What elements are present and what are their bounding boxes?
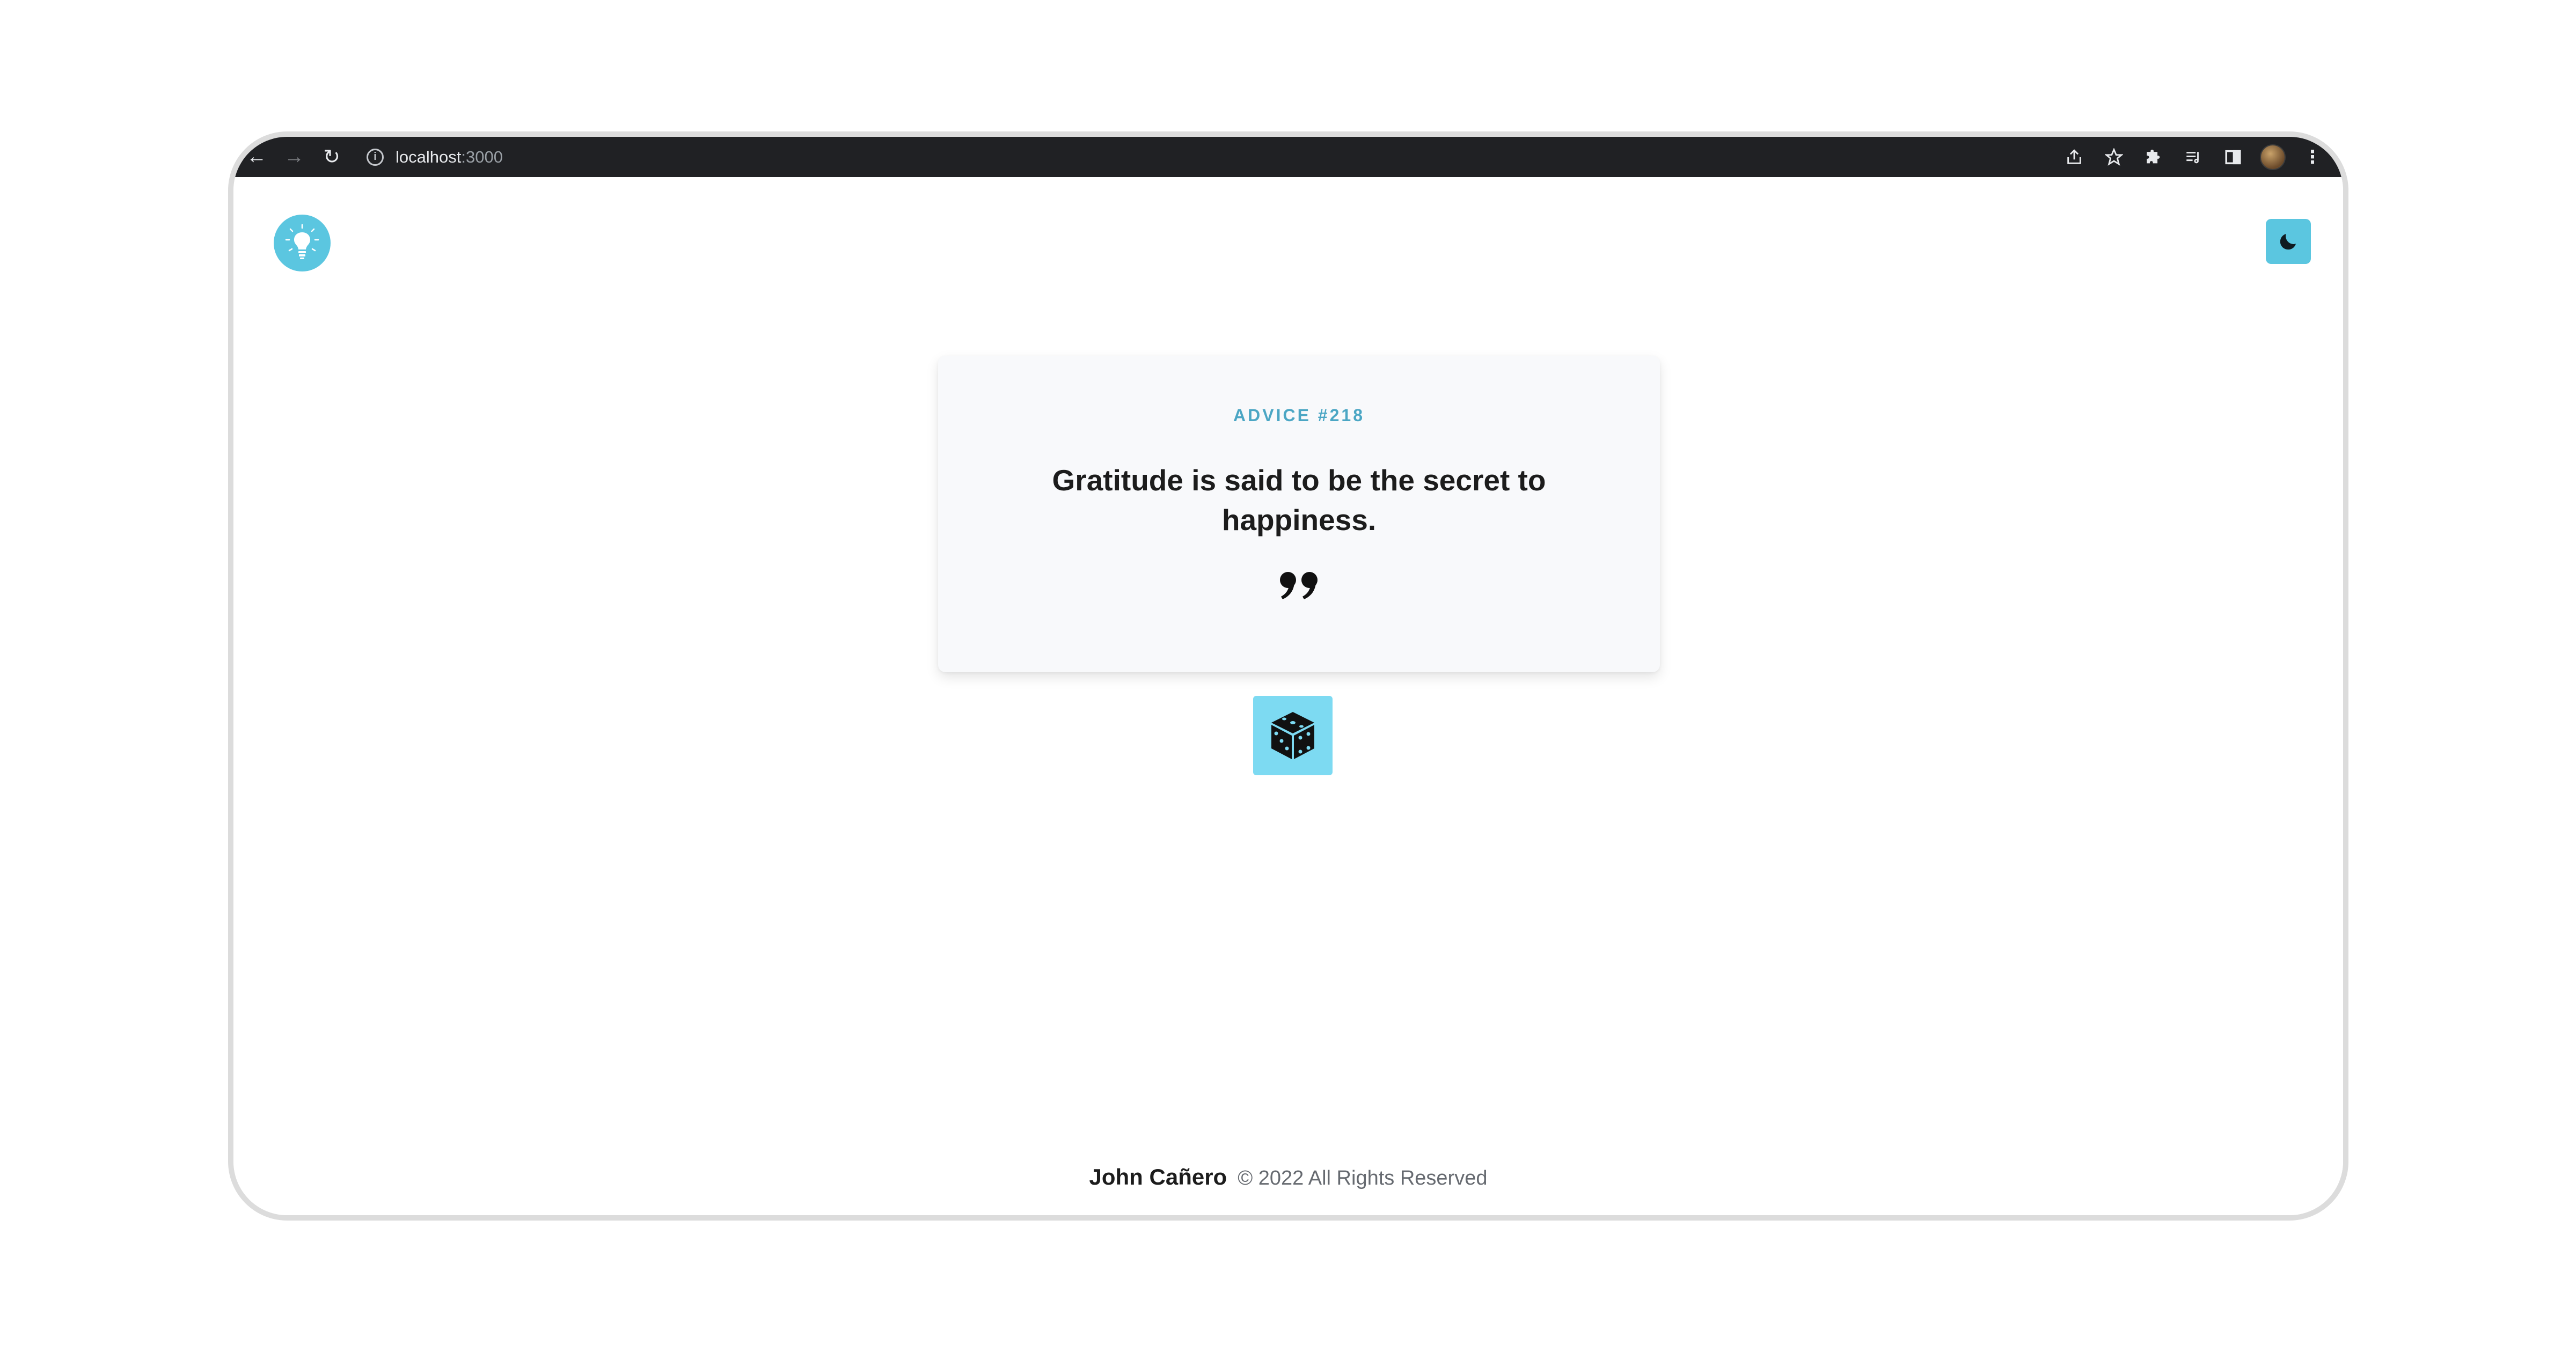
logo[interactable] (274, 215, 331, 271)
moon-icon (2280, 234, 2296, 250)
puzzle-icon (2147, 149, 2160, 163)
share-icon (2067, 149, 2081, 164)
dice-icon (1271, 712, 1314, 759)
url-port: :3000 (461, 147, 503, 166)
back-button[interactable]: ← (238, 137, 275, 177)
app-page: ADVICE #218 Gratitude is said to be the … (233, 177, 2343, 1215)
advice-id: ADVICE #218 (1233, 406, 1365, 425)
arrow-left-icon: ← (246, 145, 267, 168)
footer-rights: © 2022 All Rights Reserved (1238, 1167, 1488, 1189)
advice-text: Gratitude is said to be the secret to ha… (1052, 464, 1546, 537)
quote-icon (1279, 572, 1318, 599)
avatar (2260, 144, 2286, 170)
url-host: localhost (396, 147, 462, 166)
arrow-right-icon: → (284, 145, 304, 168)
info-icon[interactable]: i (367, 148, 384, 166)
reload-button[interactable]: ↻ (313, 137, 350, 177)
star-icon (2105, 148, 2123, 166)
bookmark-button[interactable] (2094, 137, 2134, 177)
lightbulb-icon (285, 224, 319, 259)
share-button[interactable] (2054, 137, 2094, 177)
browser-toolbar: ← → ↻ i localhost:3000 ⋮ (233, 137, 2343, 177)
menu-button[interactable]: ⋮ (2293, 137, 2332, 177)
advice-card: ADVICE #218 Gratitude is said to be the … (938, 356, 1660, 672)
device-frame: ← → ↻ i localhost:3000 ⋮ ADVICE #218 Gr… (228, 131, 2348, 1221)
address-bar[interactable]: i localhost:3000 (356, 141, 2054, 173)
quote-mark (938, 570, 1660, 602)
new-advice-button[interactable] (1253, 696, 1333, 775)
side-panel-button[interactable] (2213, 137, 2253, 177)
toolbar-actions: ⋮ (2054, 137, 2343, 177)
profile-button[interactable] (2253, 137, 2293, 177)
forward-button[interactable]: → (275, 137, 313, 177)
more-vertical-icon: ⋮ (2303, 146, 2322, 167)
theme-toggle-button[interactable] (2266, 219, 2311, 264)
footer-author: John Cañero (1089, 1164, 1227, 1189)
reload-icon: ↻ (323, 146, 340, 168)
extensions-button[interactable] (2134, 137, 2174, 177)
side-panel-icon (2225, 150, 2241, 164)
media-button[interactable] (2174, 137, 2213, 177)
playlist-icon (2186, 151, 2199, 163)
footer: John Cañero © 2022 All Rights Reserved (233, 1164, 2343, 1190)
